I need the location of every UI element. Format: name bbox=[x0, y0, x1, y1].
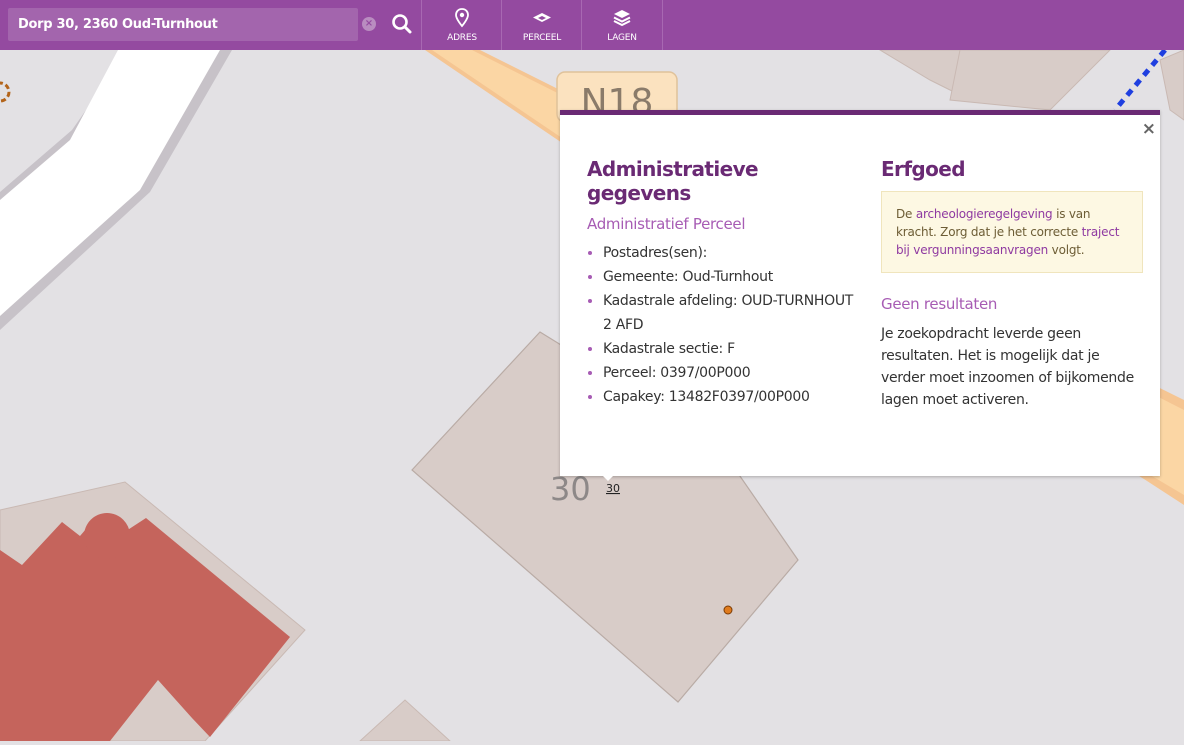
map-pin-icon bbox=[422, 8, 502, 28]
notice-text: De bbox=[896, 207, 916, 221]
adres-button[interactable]: ADRES bbox=[421, 0, 502, 50]
archeologieregelgeving-link[interactable]: archeologieregelgeving bbox=[916, 207, 1053, 221]
admin-section: Administratieve gegevens Administratief … bbox=[587, 157, 857, 409]
no-results-text: Je zoekopdracht leverde geen resultaten.… bbox=[881, 326, 1134, 408]
list-item: Gemeente: Oud-Turnhout bbox=[588, 265, 857, 289]
toolbar: × ADRES PERCEEL LAGEN bbox=[0, 0, 1184, 50]
search-icon[interactable] bbox=[389, 10, 417, 38]
address-point-marker[interactable] bbox=[723, 605, 733, 615]
layers-icon bbox=[582, 8, 662, 28]
list-item: Kadastrale sectie: F bbox=[588, 337, 857, 361]
search-input[interactable] bbox=[8, 8, 358, 41]
admin-list: Postadres(sen): Gemeente: Oud-Turnhout K… bbox=[587, 241, 857, 409]
list-item: Kadastrale afdeling: OUD-TURNHOUT 2 AFD bbox=[588, 289, 857, 337]
admin-title: Administratieve gegevens bbox=[587, 157, 759, 205]
lagen-button[interactable]: LAGEN bbox=[581, 0, 663, 50]
popup-pointer bbox=[598, 471, 618, 481]
adres-label: ADRES bbox=[447, 33, 477, 43]
red-building-round bbox=[84, 513, 130, 559]
list-item: Perceel: 0397/00P000 bbox=[588, 361, 857, 385]
admin-subtitle: Administratief Perceel bbox=[587, 215, 746, 233]
close-icon[interactable]: × bbox=[1142, 121, 1156, 138]
parcel-icon bbox=[502, 8, 582, 28]
clear-search-icon[interactable]: × bbox=[362, 17, 376, 31]
list-item: Capakey: 13482F0397/00P000 bbox=[588, 385, 857, 409]
perceel-button[interactable]: PERCEEL bbox=[501, 0, 582, 50]
house-number-small: 30 bbox=[606, 482, 620, 495]
lagen-label: LAGEN bbox=[607, 33, 637, 43]
no-results-title: Geen resultaten bbox=[881, 295, 998, 313]
perceel-label: PERCEEL bbox=[522, 33, 562, 43]
erfgoed-section: Erfgoed De archeologieregelgeving is van… bbox=[881, 157, 1143, 411]
notice-text: volgt. bbox=[1048, 243, 1085, 257]
erfgoed-notice: De archeologieregelgeving is van kracht.… bbox=[881, 191, 1143, 273]
list-item: Postadres(sen): bbox=[588, 241, 857, 265]
parcel-info-popup: × Administratieve gegevens Administratie… bbox=[560, 110, 1160, 476]
search-box bbox=[8, 8, 358, 41]
erfgoed-title: Erfgoed bbox=[881, 157, 966, 181]
